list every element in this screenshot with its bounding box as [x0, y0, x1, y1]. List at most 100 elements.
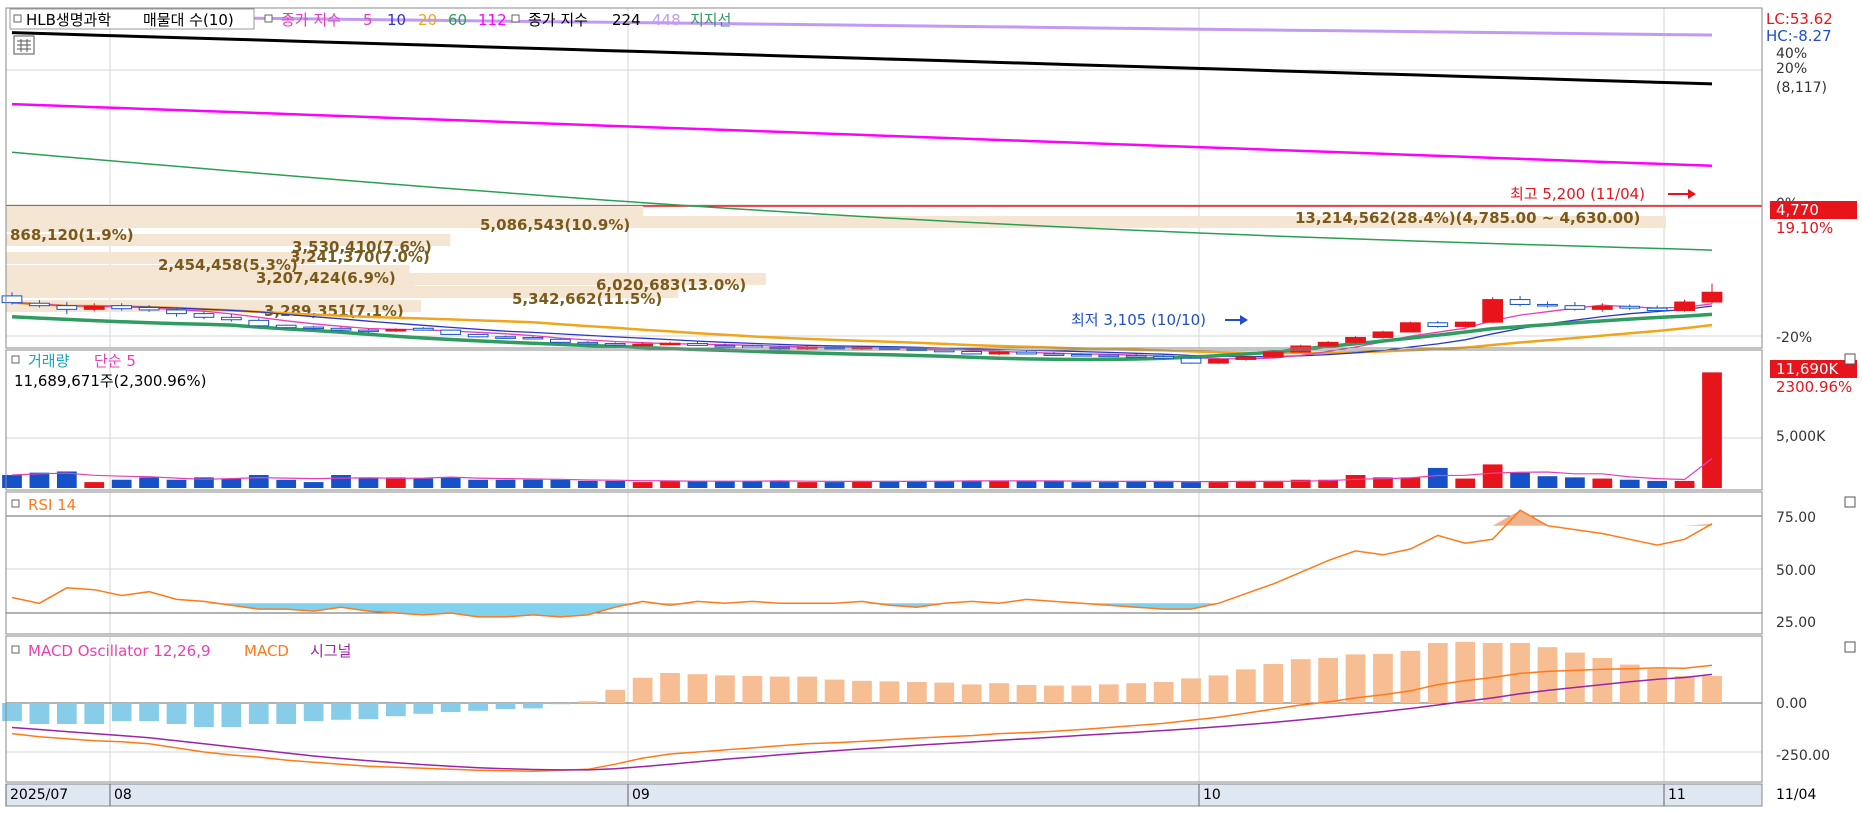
volume-title[interactable]: 거래량: [28, 352, 70, 370]
candle: [1235, 356, 1257, 360]
oscillator-bar: [1592, 658, 1613, 703]
oscillator-bar: [276, 703, 297, 724]
volume-bar: [1702, 372, 1722, 488]
close-icon[interactable]: [1844, 641, 1856, 653]
oscillator-bar: [605, 689, 626, 703]
volume-bar: [1400, 477, 1421, 488]
time-axis: [5, 783, 1763, 807]
candle: [1372, 331, 1394, 338]
candle: [440, 329, 462, 335]
volume-tag-value: 11,690K: [1776, 360, 1839, 378]
stock-name: HLB생명과학: [26, 11, 111, 29]
candle: [330, 327, 352, 331]
oscillator-bar: [303, 703, 324, 721]
volume-bar: [742, 480, 763, 488]
candle: [1701, 291, 1723, 303]
legend-square-icon: [264, 14, 273, 23]
candle: [1262, 351, 1284, 358]
candle: [111, 305, 133, 310]
candle: [358, 329, 379, 333]
x-label-08: 08: [114, 787, 132, 803]
profile-label: 868,120(1.9%): [10, 226, 134, 244]
volume-bar: [495, 479, 516, 488]
rsi-tick-50: 50.00: [1776, 563, 1816, 579]
candle: [988, 351, 1010, 355]
candle: [550, 338, 571, 343]
volume-bar: [1674, 480, 1695, 488]
macd-title[interactable]: MACD Oscillator 12,26,9: [28, 642, 211, 660]
close-icon[interactable]: [1844, 353, 1856, 365]
x-label-10: 10: [1203, 787, 1221, 803]
oscillator-bar: [1565, 652, 1585, 703]
oscillator-bar: [1619, 664, 1640, 703]
volume-bar: [523, 479, 543, 488]
candle: [1509, 299, 1531, 305]
volume-bar: [276, 479, 297, 488]
signal-label: 시그널: [310, 642, 351, 660]
candle: [1043, 353, 1065, 356]
rsi-title[interactable]: RSI 14: [28, 496, 76, 514]
close-icon[interactable]: [1844, 496, 1856, 508]
volume-bar: [1592, 478, 1613, 488]
oscillator-bar: [934, 682, 955, 703]
volume-bar: [1482, 464, 1503, 488]
oscillator-bar: [1427, 643, 1448, 703]
volume-bar: [1208, 482, 1229, 488]
oscillator-bar: [413, 703, 434, 714]
volume-bar: [331, 475, 351, 488]
volume-bar: [1345, 475, 1366, 488]
legend-square-icon: [13, 14, 22, 23]
oscillator-bar: [139, 703, 159, 721]
candle: [1180, 357, 1202, 364]
support-legend: 지지선: [690, 11, 731, 29]
candle: [83, 305, 105, 310]
candle: [577, 341, 599, 345]
candle: [138, 307, 160, 311]
stock-chart[interactable]: 868,120(1.9%)5,086,543(10.9%)3,530,410(7…: [0, 0, 1862, 814]
volume-bar: [550, 479, 571, 488]
oscillator-bar: [331, 703, 351, 720]
candle: [1537, 303, 1558, 307]
oscillator-bar: [1236, 669, 1256, 703]
volume-bar: [1647, 480, 1668, 488]
ma2-legend-title[interactable]: 종가 지수: [528, 11, 588, 29]
oscillator-bar: [1181, 678, 1201, 703]
macd-tick-minus250: -250.00: [1776, 748, 1830, 764]
volume-bar: [440, 477, 461, 488]
candle: [1125, 355, 1147, 358]
oscillator-bar: [1290, 659, 1311, 703]
ma-legend-title[interactable]: 종가 지수: [281, 11, 341, 29]
ma224-legend: 224: [612, 11, 641, 29]
candle: [933, 349, 955, 353]
low-annotation: 최저 3,105 (10/10): [1071, 311, 1206, 329]
legend-square-icon: [11, 355, 20, 364]
x-label-right-date: 11/04: [1776, 787, 1816, 803]
oscillator-bar: [687, 674, 708, 703]
oscillator-bar: [824, 679, 845, 703]
hc-label: HC:-8.27: [1766, 27, 1832, 45]
oscillator-bar: [852, 680, 872, 703]
oscillator-bar: [1263, 664, 1284, 703]
candle: [1482, 299, 1504, 323]
macd-label: MACD: [244, 642, 289, 660]
candle: [1564, 305, 1586, 310]
oscillator-bar: [797, 676, 818, 703]
candle: [1, 295, 23, 304]
volume-bar: [1044, 480, 1064, 488]
volume-bar: [715, 480, 735, 488]
candle: [1070, 354, 1092, 357]
volume-bar: [166, 479, 187, 488]
profile-label: 3,207,424(6.9%): [256, 269, 396, 287]
volume-bar: [1181, 482, 1201, 488]
profile-top-label: 13,214,562(28.4%)(4,785.00 ~ 4,630.00): [1295, 209, 1640, 227]
volume-bar: [413, 478, 434, 488]
candle: [412, 327, 434, 331]
candle: [193, 313, 215, 318]
volume-bar: [605, 480, 626, 488]
oscillator-bar: [1674, 676, 1695, 703]
oscillator-bar: [221, 703, 242, 727]
oscillator-bar: [1126, 683, 1147, 703]
candle: [1098, 354, 1120, 358]
oscillator-bar: [769, 676, 790, 703]
ma20-legend: 20: [418, 11, 437, 29]
